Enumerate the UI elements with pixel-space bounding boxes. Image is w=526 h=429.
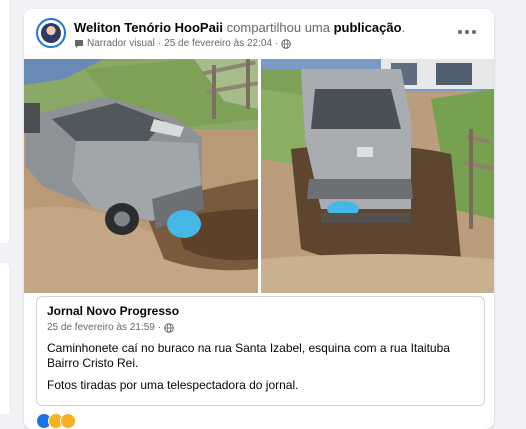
post-card: Weliton Tenório HooPaii compartilhou uma… [24,9,494,429]
adjacent-panel-top [0,0,11,243]
photo-left[interactable] [24,59,258,293]
author-action-text: compartilhou uma [226,20,330,35]
dot [458,30,462,34]
sad-reaction-icon [60,413,76,429]
speech-bubble-icon [75,40,83,48]
globe-icon[interactable] [164,322,175,333]
post-meta: Narrador visual · 25 de fevereiro às 22:… [74,38,292,50]
shared-meta-separator: · [157,322,162,333]
author-line: Weliton Tenório HooPaii compartilhou uma… [74,20,405,36]
shared-post-meta: 25 de fevereiro às 21:59 · [47,322,175,333]
meta-separator: · [157,38,162,49]
more-options-icon[interactable] [454,25,480,39]
photo-truck-in-hole-left [24,59,258,293]
shared-post-text: Caminhonete caí no buraco na rua Santa I… [47,341,472,393]
globe-icon[interactable] [281,39,292,49]
post-header: Weliton Tenório HooPaii compartilhou uma… [24,9,494,57]
avatar-image [41,23,61,43]
dot [465,30,469,34]
dot [472,30,476,34]
post-timestamp[interactable]: 25 de fevereiro às 22:04 [164,38,272,50]
avatar[interactable] [36,18,66,48]
reaction-icons[interactable] [36,413,76,429]
adjacent-panel-bottom [0,263,11,414]
author-name-link[interactable]: Weliton Tenório HooPaii [74,20,223,35]
photo-right[interactable] [261,59,494,293]
shared-target-link[interactable]: publicação [334,20,402,35]
shared-post[interactable]: Jornal Novo Progresso 25 de fevereiro às… [36,296,485,406]
shared-post-timestamp[interactable]: 25 de fevereiro às 21:59 [47,322,155,333]
author-line-period: . [401,20,406,35]
shared-page-name[interactable]: Jornal Novo Progresso [47,304,179,318]
shared-post-paragraph-2: Fotos tiradas por uma telespectadora do … [47,378,299,392]
photo-grid [24,59,494,293]
meta-separator-2: · [275,38,279,49]
photo-truck-in-hole-right [261,59,494,293]
shared-post-paragraph-1: Caminhonete caí no buraco na rua Santa I… [47,341,450,370]
narrator-label[interactable]: Narrador visual [87,38,155,50]
